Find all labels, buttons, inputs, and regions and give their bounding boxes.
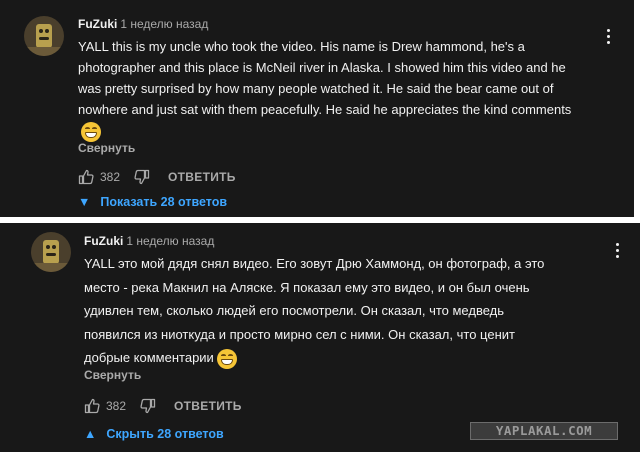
grinning-emoji-icon — [216, 348, 237, 369]
site-watermark: YAPLAKAL.COM — [470, 422, 618, 440]
comment-text: YALL this is my uncle who took the video… — [78, 36, 583, 142]
comment-time[interactable]: 1 неделю назад — [120, 17, 208, 31]
avatar[interactable] — [24, 16, 64, 56]
collapse-button[interactable]: Свернуть — [78, 141, 135, 155]
thumb-down-icon[interactable] — [134, 169, 150, 185]
comment-time[interactable]: 1 неделю назад — [126, 234, 214, 248]
replies-label: Скрыть 28 ответов — [106, 427, 224, 441]
comment-card-english: FuZuki 1 неделю назад YALL this is my unc… — [0, 0, 634, 217]
comment-header: FuZuki 1 неделю назад — [78, 17, 208, 31]
comment-header: FuZuki 1 неделю назад — [84, 234, 214, 248]
reply-button[interactable]: ОТВЕТИТЬ — [174, 399, 242, 413]
comment-card-russian: FuZuki 1 неделю назад YALL это мой дядя с… — [0, 223, 640, 452]
reply-button[interactable]: ОТВЕТИТЬ — [168, 170, 236, 184]
comment-actions: 382 ОТВЕТИТЬ — [78, 169, 236, 185]
like-count: 382 — [100, 170, 121, 184]
avatar[interactable] — [31, 232, 71, 272]
replies-label: Показать 28 ответов — [100, 195, 228, 209]
more-vert-icon[interactable] — [615, 243, 621, 261]
hide-replies-button[interactable]: ▲ Скрыть 28 ответов — [84, 427, 224, 441]
chevron-down-icon: ▼ — [78, 195, 91, 209]
author-name[interactable]: FuZuki — [84, 234, 123, 248]
thumb-up-icon[interactable] — [84, 398, 100, 414]
comment-body: YALL это мой дядя снял видео. Его зовут … — [84, 256, 545, 365]
show-replies-button[interactable]: ▼ Показать 28 ответов — [78, 195, 227, 209]
more-vert-icon[interactable] — [606, 29, 612, 47]
thumb-up-icon[interactable] — [78, 169, 94, 185]
comment-text: YALL это мой дядя снял видео. Его зовут … — [84, 252, 554, 370]
thumb-down-icon[interactable] — [140, 398, 156, 414]
grinning-emoji-icon — [81, 121, 101, 142]
chevron-up-icon: ▲ — [84, 427, 97, 441]
author-name[interactable]: FuZuki — [78, 17, 117, 31]
collapse-button[interactable]: Свернуть — [84, 368, 141, 382]
like-count: 382 — [106, 399, 127, 413]
comment-body: YALL this is my uncle who took the video… — [78, 39, 572, 117]
comment-actions: 382 ОТВЕТИТЬ — [84, 398, 242, 414]
